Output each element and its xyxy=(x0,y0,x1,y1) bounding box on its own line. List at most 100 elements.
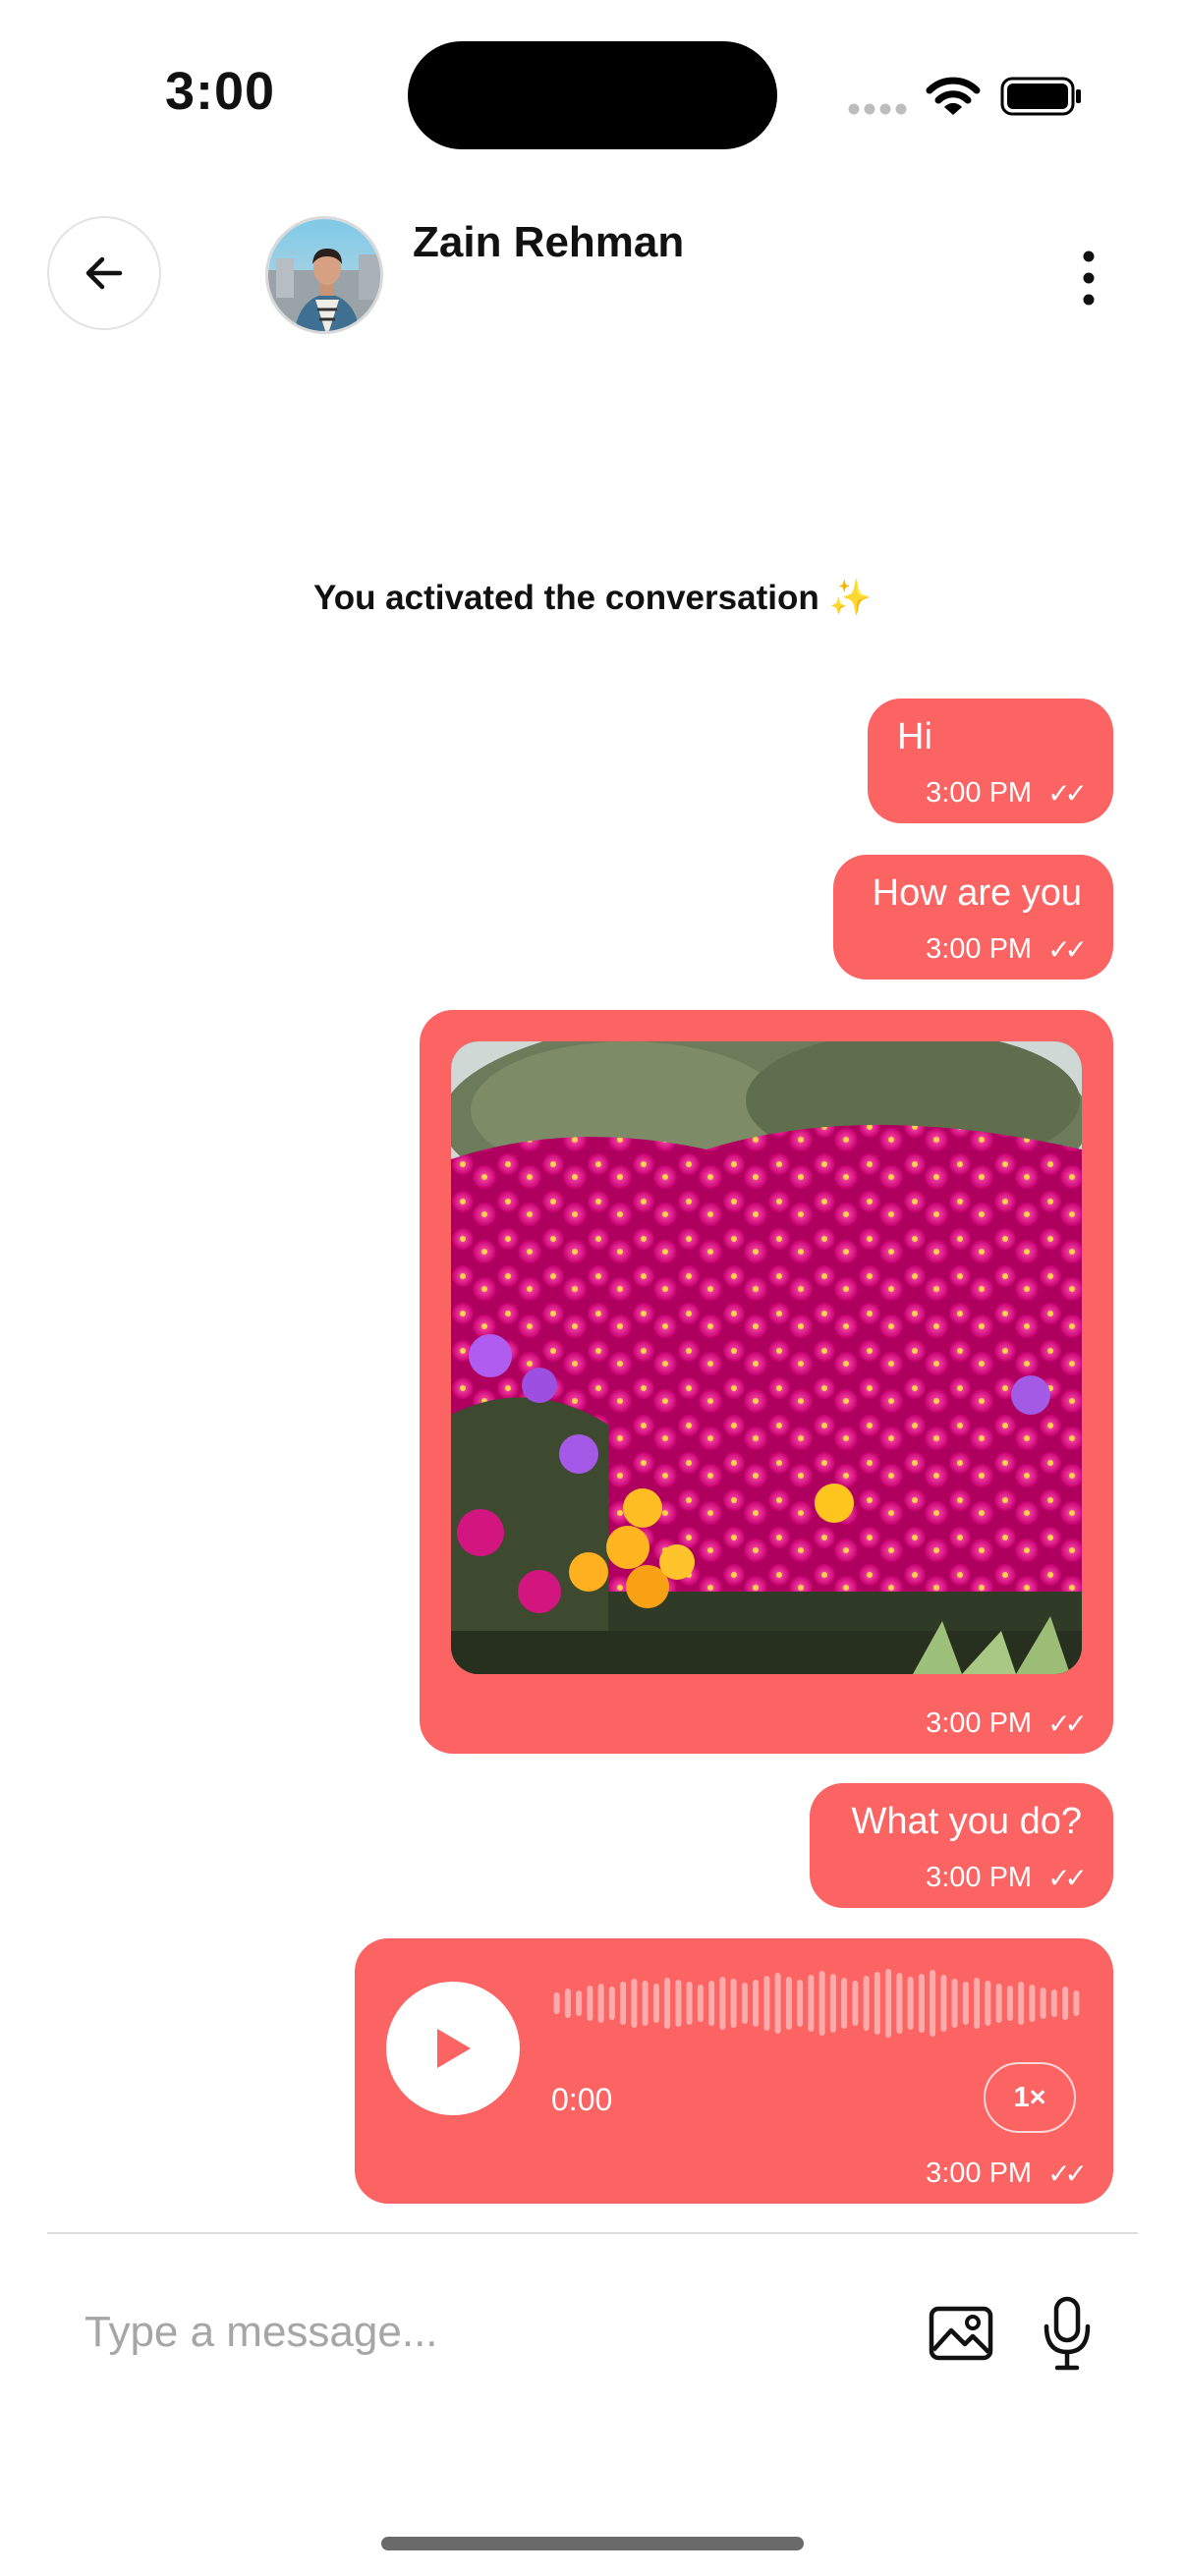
dynamic-island xyxy=(408,41,777,149)
audio-duration: 0:00 xyxy=(551,2082,613,2117)
home-indicator xyxy=(381,2537,804,2550)
message-bubble[interactable]: How are you 3:00 PM ✓✓ xyxy=(833,855,1113,980)
message-bubble[interactable]: What you do? 3:00 PM ✓✓ xyxy=(810,1783,1113,1908)
waveform-bar xyxy=(553,1992,560,2014)
avatar-photo xyxy=(268,219,380,331)
read-receipt-icon: ✓✓ xyxy=(1047,2158,1088,2189)
status-bar: 3:00 xyxy=(0,0,1185,187)
waveform-bar xyxy=(974,1978,981,2029)
waveform-bar xyxy=(1006,1986,1013,2021)
more-vertical-icon xyxy=(1083,251,1095,306)
waveform-bar xyxy=(597,1984,604,2023)
waveform-bar xyxy=(587,1986,593,2021)
waveform-bar xyxy=(642,1981,649,2026)
message-text: What you do? xyxy=(851,1801,1082,1842)
waveform-bar xyxy=(1040,1988,1046,2019)
waveform-bar xyxy=(1029,1985,1036,2022)
play-button[interactable] xyxy=(386,1982,520,2115)
waveform-bar xyxy=(608,1987,615,2020)
waveform-bar xyxy=(995,1984,1002,2023)
message-text: Hi xyxy=(897,716,932,757)
message-meta: 3:00 PM ✓✓ xyxy=(926,1862,1088,1894)
waveform-bar xyxy=(985,1981,991,2026)
chat-header: Zain Rehman xyxy=(0,196,1185,354)
audio-waveform[interactable] xyxy=(551,1962,1082,2044)
waveform-bar xyxy=(918,1974,925,2033)
waveform-bar xyxy=(852,1981,859,2026)
waveform-bar xyxy=(841,1978,848,2029)
waveform-bar xyxy=(741,1983,748,2024)
waveform-bar xyxy=(774,1973,781,2034)
playback-speed-button[interactable]: 1× xyxy=(984,2062,1076,2133)
message-time: 3:00 PM xyxy=(926,1708,1033,1739)
waveform-bar xyxy=(730,1979,737,2028)
waveform-bar xyxy=(785,1977,792,2030)
composer-divider xyxy=(47,2232,1138,2234)
waveform-bar xyxy=(829,1974,836,2033)
waveform-bar xyxy=(576,1990,583,2016)
waveform-bar xyxy=(686,1982,693,2025)
image-message-bubble[interactable]: 3:00 PM ✓✓ xyxy=(420,1010,1113,1754)
waveform-bar xyxy=(962,1982,969,2025)
waveform-bar xyxy=(631,1979,638,2028)
waveform-bar xyxy=(874,1972,880,2035)
waveform-bar xyxy=(697,1985,704,2022)
message-input[interactable] xyxy=(85,2293,871,2372)
waveform-bar xyxy=(808,1975,815,2032)
message-composer xyxy=(0,2260,1185,2407)
arrow-left-icon xyxy=(85,256,123,290)
back-button[interactable] xyxy=(47,216,161,330)
waveform-bar xyxy=(885,1969,892,2038)
attach-image-button[interactable] xyxy=(928,2301,994,2364)
waveform-bar xyxy=(907,1977,914,2030)
message-time: 3:00 PM xyxy=(926,777,1033,809)
waveform-bar xyxy=(719,1977,726,2030)
waveform-bar xyxy=(818,1971,825,2036)
microphone-icon xyxy=(1044,2296,1091,2371)
message-image[interactable] xyxy=(451,1041,1082,1674)
waveform-bar xyxy=(930,1970,936,2037)
waveform-bar xyxy=(675,1980,682,2027)
contact-name[interactable]: Zain Rehman xyxy=(413,218,684,267)
waveform-bar xyxy=(664,1978,671,2029)
waveform-bar xyxy=(940,1975,947,2032)
message-meta: 3:00 PM ✓✓ xyxy=(926,933,1088,966)
cellular-signal-icon xyxy=(848,103,907,115)
flowers-photo xyxy=(451,1041,1082,1674)
waveform-bar xyxy=(763,1976,770,2031)
waveform-bar xyxy=(708,1981,715,2026)
audio-message-bubble[interactable]: 0:00 1× 3:00 PM ✓✓ xyxy=(355,1938,1113,2204)
waveform-bar xyxy=(1073,1990,1080,2016)
battery-icon xyxy=(1000,77,1081,116)
message-time: 3:00 PM xyxy=(926,933,1033,965)
more-options-button[interactable] xyxy=(1061,241,1116,315)
waveform-bar xyxy=(951,1979,958,2028)
waveform-bar xyxy=(620,1982,627,2025)
image-icon xyxy=(929,2306,993,2361)
voice-record-button[interactable] xyxy=(1042,2295,1093,2372)
message-meta: 3:00 PM ✓✓ xyxy=(926,2157,1088,2190)
read-receipt-icon: ✓✓ xyxy=(1047,1708,1088,1739)
waveform-bar xyxy=(1018,1982,1025,2025)
read-receipt-icon: ✓✓ xyxy=(1047,1863,1088,1893)
message-time: 3:00 PM xyxy=(926,1862,1033,1893)
message-text: How are you xyxy=(872,872,1082,914)
waveform-bar xyxy=(753,1980,760,2027)
waveform-bar xyxy=(1050,1989,1057,2017)
waveform-bar xyxy=(1062,1987,1069,2020)
read-receipt-icon: ✓✓ xyxy=(1047,778,1088,809)
message-bubble[interactable]: Hi 3:00 PM ✓✓ xyxy=(868,699,1113,823)
message-meta: 3:00 PM ✓✓ xyxy=(926,1708,1088,1740)
waveform-bar xyxy=(564,1988,571,2018)
waveform-bar xyxy=(896,1973,903,2034)
waveform-bar xyxy=(797,1980,804,2027)
message-meta: 3:00 PM ✓✓ xyxy=(926,777,1088,810)
message-time: 3:00 PM xyxy=(926,2157,1033,2189)
system-message: You activated the conversation ✨ xyxy=(312,579,873,617)
play-icon xyxy=(437,2029,471,2068)
contact-avatar[interactable] xyxy=(265,216,383,334)
status-time: 3:00 xyxy=(165,62,276,121)
waveform-bar xyxy=(863,1976,870,2031)
wifi-icon xyxy=(926,77,981,115)
waveform-bar xyxy=(652,1984,659,2023)
